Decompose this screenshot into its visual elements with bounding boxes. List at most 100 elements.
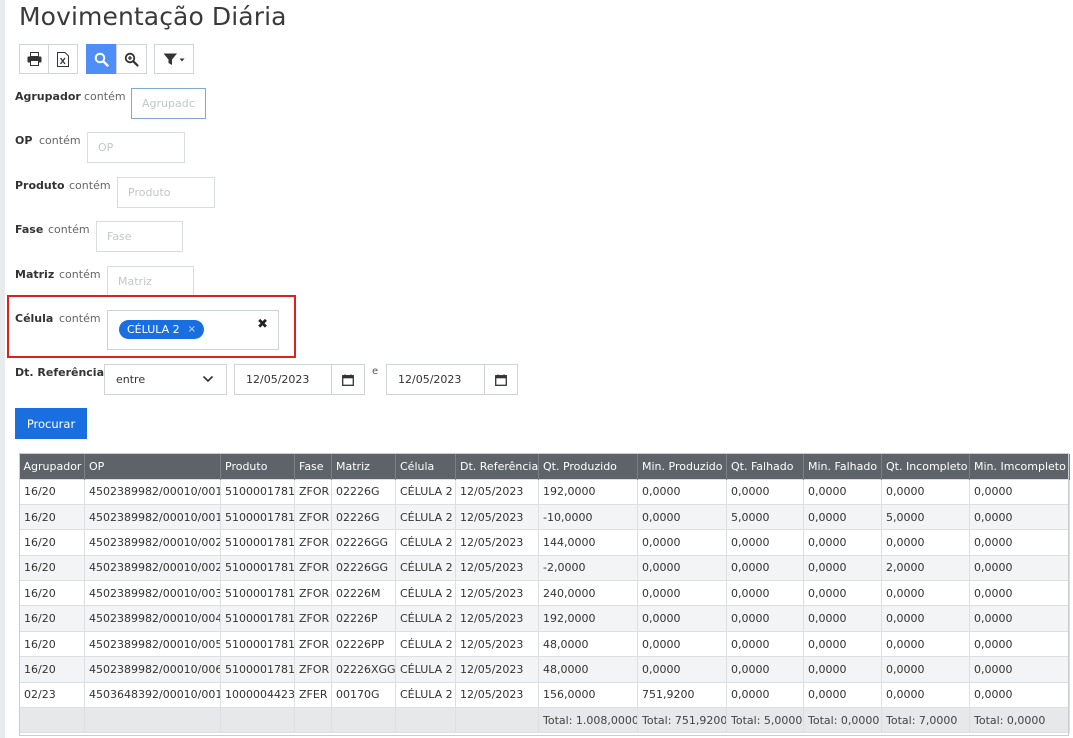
table-cell: 0,0000 xyxy=(803,681,882,709)
table-row[interactable]: 16/20 4502389982/00010/002 5100001781 ZFOR 0… xyxy=(19,554,1070,582)
clear-selection-icon[interactable]: ✖ xyxy=(257,317,268,332)
table-cell: 0,0000 xyxy=(881,681,970,709)
table-cell: 5100001781 xyxy=(220,529,295,556)
table-row[interactable]: 02/23 4503648392/00010/001 1000004423 ZFER 0… xyxy=(19,681,1070,709)
fase-input[interactable] xyxy=(96,221,183,252)
column-header[interactable]: OP xyxy=(84,454,221,479)
table-cell: CÉLULA 2 xyxy=(395,605,456,632)
date-from-picker-button[interactable] xyxy=(331,364,365,395)
table-cell: 16/20 xyxy=(19,554,85,582)
column-header[interactable]: Min. Falhado xyxy=(803,454,882,479)
table-row[interactable]: 16/20 4502389982/00010/004 5100001781 ZFOR 0… xyxy=(19,605,1070,632)
filter-op-matriz: contém xyxy=(59,268,101,281)
column-header[interactable]: Dt. Referência xyxy=(455,454,539,479)
celula-tag-label: CÉLULA 2 xyxy=(127,323,180,336)
table-cell: 0,0000 xyxy=(726,605,804,632)
table-cell: 192,0000 xyxy=(538,478,638,505)
op-input[interactable] xyxy=(87,132,185,163)
column-header[interactable]: Qt. Incompleto xyxy=(881,454,970,479)
total-cell: Total: 0,0000 xyxy=(969,707,1070,734)
table-cell: 16/20 xyxy=(19,656,85,683)
filter-op-op: contém xyxy=(39,134,81,147)
table-cell: ZFOR xyxy=(294,503,332,531)
total-cell xyxy=(84,707,221,734)
date-from-input[interactable]: 12/05/2023 xyxy=(234,364,334,395)
table-cell: 0,0000 xyxy=(726,478,804,505)
table-cell: 0,0000 xyxy=(881,478,970,505)
table-cell: 5100001781 xyxy=(220,656,295,683)
matriz-input[interactable] xyxy=(107,266,194,297)
table-cell: ZFOR xyxy=(294,656,332,683)
table-cell: 48,0000 xyxy=(538,656,638,683)
filter-label-op: OP xyxy=(15,134,33,147)
table-cell: 02226PP xyxy=(331,630,396,658)
table-cell: 0,0000 xyxy=(726,681,804,709)
zoom-in-icon xyxy=(124,52,139,67)
filter-op-agrupador: contém xyxy=(84,90,126,103)
column-header[interactable]: Min. Produzido xyxy=(637,454,727,479)
zoom-button[interactable] xyxy=(116,44,147,74)
total-cell xyxy=(220,707,295,734)
print-button[interactable] xyxy=(19,44,49,74)
table-row[interactable]: 16/20 4502389982/00010/002 5100001781 ZFOR 0… xyxy=(19,529,1070,556)
filter-dropdown-button[interactable] xyxy=(154,44,194,74)
column-header[interactable]: Qt. Falhado xyxy=(726,454,804,479)
table-cell: 0,0000 xyxy=(969,478,1070,505)
page-title: Movimentação Diária xyxy=(19,2,287,31)
printer-icon xyxy=(27,52,41,66)
table-cell: 0,0000 xyxy=(637,478,727,505)
table-row[interactable]: 16/20 4502389982/00010/001 5100001781 ZFOR 0… xyxy=(19,503,1070,531)
table-cell: 0,0000 xyxy=(803,630,882,658)
table-row[interactable]: 16/20 4502389982/00010/003 5100001781 ZFOR 0… xyxy=(19,580,1070,607)
column-header[interactable]: Produto xyxy=(220,454,295,479)
table-cell: ZFOR xyxy=(294,580,332,607)
table-row[interactable]: 16/20 4502389982/00010/001 5100001781 ZFOR 0… xyxy=(19,478,1070,505)
filter-label-celula: Célula xyxy=(15,312,54,325)
table-row[interactable]: 16/20 4502389982/00010/005 5100001781 ZFOR 0… xyxy=(19,630,1070,658)
export-excel-button[interactable] xyxy=(48,44,78,74)
table-cell: 240,0000 xyxy=(538,580,638,607)
table-cell: 0,0000 xyxy=(637,554,727,582)
column-header[interactable]: Agrupador xyxy=(19,454,85,479)
table-cell: 4502389982/00010/001 xyxy=(84,478,221,505)
date-to-picker-button[interactable] xyxy=(484,364,518,395)
table-cell: CÉLULA 2 xyxy=(395,681,456,709)
total-cell: Total: 0,0000 xyxy=(803,707,882,734)
table-cell: 16/20 xyxy=(19,478,85,505)
procurar-button[interactable]: Procurar xyxy=(15,408,87,439)
celula-multiselect[interactable]: CÉLULA 2 × ✖ xyxy=(107,310,279,350)
table-cell: 02226P xyxy=(331,605,396,632)
table-cell: 0,0000 xyxy=(803,478,882,505)
calendar-icon xyxy=(342,374,354,386)
filter-op-celula: contém xyxy=(59,312,101,325)
column-header[interactable]: Matriz xyxy=(331,454,396,479)
search-button[interactable] xyxy=(86,44,117,74)
table-cell: 0,0000 xyxy=(803,554,882,582)
table-cell: 0,0000 xyxy=(969,630,1070,658)
table-cell: 5100001781 xyxy=(220,554,295,582)
table-row[interactable]: 16/20 4502389982/00010/006 5100001781 ZFOR 0… xyxy=(19,656,1070,683)
column-header[interactable]: Min. Imcompleto xyxy=(969,454,1070,479)
table-cell: 0,0000 xyxy=(969,503,1070,531)
date-to-input[interactable]: 12/05/2023 xyxy=(386,364,486,395)
table-cell: 02226GG xyxy=(331,554,396,582)
table-cell: 16/20 xyxy=(19,605,85,632)
table-cell: 0,0000 xyxy=(969,656,1070,683)
table-cell: 0,0000 xyxy=(969,605,1070,632)
table-cell: 4502389982/00010/002 xyxy=(84,554,221,582)
agrupador-input[interactable] xyxy=(131,88,206,119)
table-cell: 5100001781 xyxy=(220,630,295,658)
total-cell xyxy=(294,707,332,734)
celula-tag: CÉLULA 2 × xyxy=(119,320,205,339)
tag-remove-icon[interactable]: × xyxy=(188,324,196,335)
produto-input[interactable] xyxy=(117,177,215,208)
column-header[interactable]: Fase xyxy=(294,454,332,479)
table-cell: ZFOR xyxy=(294,605,332,632)
table-cell: 0,0000 xyxy=(881,630,970,658)
column-header[interactable]: Célula xyxy=(395,454,456,479)
table-cell: 0,0000 xyxy=(803,503,882,531)
dt-referencia-mode-select[interactable]: entre xyxy=(104,364,227,395)
column-header[interactable]: Qt. Produzido xyxy=(538,454,638,479)
results-table: Agrupador OP Produto Fase Matriz Célula … xyxy=(19,454,1070,734)
table-cell: 12/05/2023 xyxy=(455,605,539,632)
